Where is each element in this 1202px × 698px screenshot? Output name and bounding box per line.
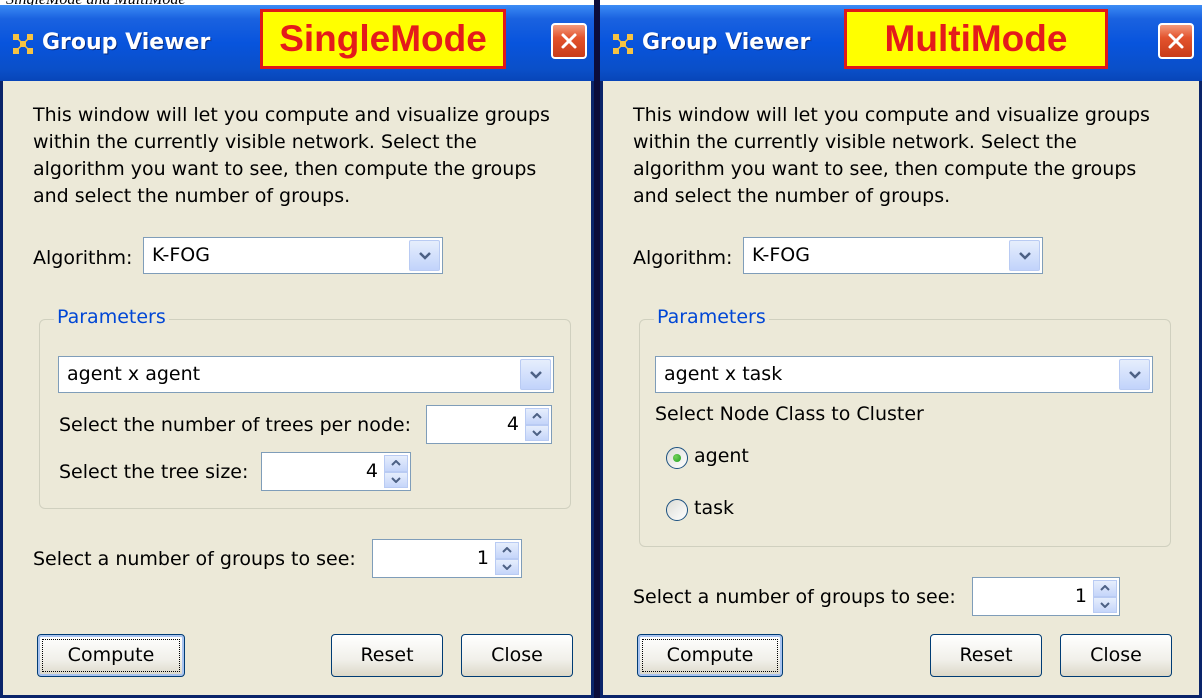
chevron-down-icon[interactable] [1009, 240, 1040, 271]
spin-up-icon[interactable] [1093, 580, 1117, 597]
parameters-select[interactable]: agent x agent [58, 356, 554, 393]
focus-ring [42, 639, 180, 672]
trees-per-node-value: 4 [506, 413, 519, 435]
algorithm-select[interactable]: K-FOG [143, 237, 443, 274]
chevron-down-icon[interactable] [520, 359, 551, 390]
algorithm-label: Algorithm: [33, 247, 133, 269]
groups-count-stepper[interactable]: 1 [372, 539, 522, 578]
close-button[interactable]: Close [1060, 634, 1172, 677]
tree-size-value: 4 [365, 460, 378, 482]
chevron-down-icon[interactable] [409, 240, 440, 271]
tree-size-stepper[interactable]: 4 [261, 452, 411, 491]
mode-badge: MultiMode [844, 9, 1108, 69]
window-close-button[interactable] [1158, 23, 1194, 59]
title-bar[interactable]: Group Viewer MultiMode [600, 5, 1202, 81]
window-client-area: This window will let you compute and vis… [603, 81, 1199, 695]
compute-button[interactable]: Compute [37, 634, 185, 677]
algorithm-select[interactable]: K-FOG [743, 237, 1043, 274]
window-title: Group Viewer [642, 30, 811, 55]
spin-up-icon[interactable] [384, 455, 408, 472]
parameters-value: agent x agent [67, 363, 201, 385]
window-close-button[interactable] [551, 23, 587, 59]
reset-label: Reset [959, 644, 1013, 666]
compute-button[interactable]: Compute [637, 634, 783, 677]
radio-selected-dot [673, 454, 681, 462]
tree-size-label: Select the tree size: [59, 461, 249, 483]
spin-up-icon[interactable] [525, 408, 549, 425]
algorithm-label: Algorithm: [633, 247, 733, 269]
radio-task-label: task [694, 497, 734, 519]
groups-count-value: 1 [476, 547, 489, 569]
description-text: This window will let you compute and vis… [633, 104, 1150, 207]
focus-ring [642, 639, 778, 672]
parameters-value: agent x task [664, 363, 783, 385]
parameters-title: Parameters [54, 306, 169, 328]
spin-down-icon[interactable] [1093, 596, 1117, 613]
close-label: Close [1090, 644, 1142, 666]
window-title: Group Viewer [42, 30, 211, 55]
close-icon [1168, 33, 1184, 49]
groups-count-stepper[interactable]: 1 [972, 577, 1120, 616]
radio-agent-label: agent [694, 445, 749, 467]
reset-button[interactable]: Reset [331, 634, 443, 677]
radio-button[interactable] [666, 499, 688, 521]
algorithm-value: K-FOG [752, 244, 810, 266]
network-app-icon [613, 34, 633, 54]
spin-down-icon[interactable] [525, 424, 549, 441]
group-viewer-window-multi: Group Viewer MultiMode This window will … [600, 5, 1202, 698]
chevron-down-icon[interactable] [1119, 359, 1150, 390]
radio-button[interactable] [666, 447, 688, 469]
parameters-select[interactable]: agent x task [655, 356, 1153, 393]
node-class-label: Select Node Class to Cluster [655, 403, 924, 425]
parameters-title: Parameters [654, 306, 769, 328]
close-button[interactable]: Close [461, 634, 573, 677]
close-icon [561, 33, 577, 49]
algorithm-value: K-FOG [152, 244, 210, 266]
group-viewer-window-single: Group Viewer SingleMode This window will… [0, 5, 594, 698]
spin-down-icon[interactable] [384, 471, 408, 488]
reset-button[interactable]: Reset [930, 634, 1042, 677]
spin-down-icon[interactable] [495, 558, 519, 575]
spin-up-icon[interactable] [495, 542, 519, 559]
description-text: This window will let you compute and vis… [33, 104, 550, 207]
groups-count-label: Select a number of groups to see: [33, 548, 356, 570]
window-client-area: This window will let you compute and vis… [3, 81, 591, 695]
title-bar[interactable]: Group Viewer SingleMode [0, 5, 594, 81]
reset-label: Reset [360, 644, 414, 666]
close-label: Close [491, 644, 543, 666]
trees-per-node-stepper[interactable]: 4 [426, 405, 552, 444]
mode-badge: SingleMode [260, 9, 506, 69]
trees-per-node-label: Select the number of trees per node: [59, 414, 412, 436]
groups-count-value: 1 [1074, 585, 1087, 607]
groups-count-label: Select a number of groups to see: [633, 586, 956, 608]
network-app-icon [13, 34, 33, 54]
